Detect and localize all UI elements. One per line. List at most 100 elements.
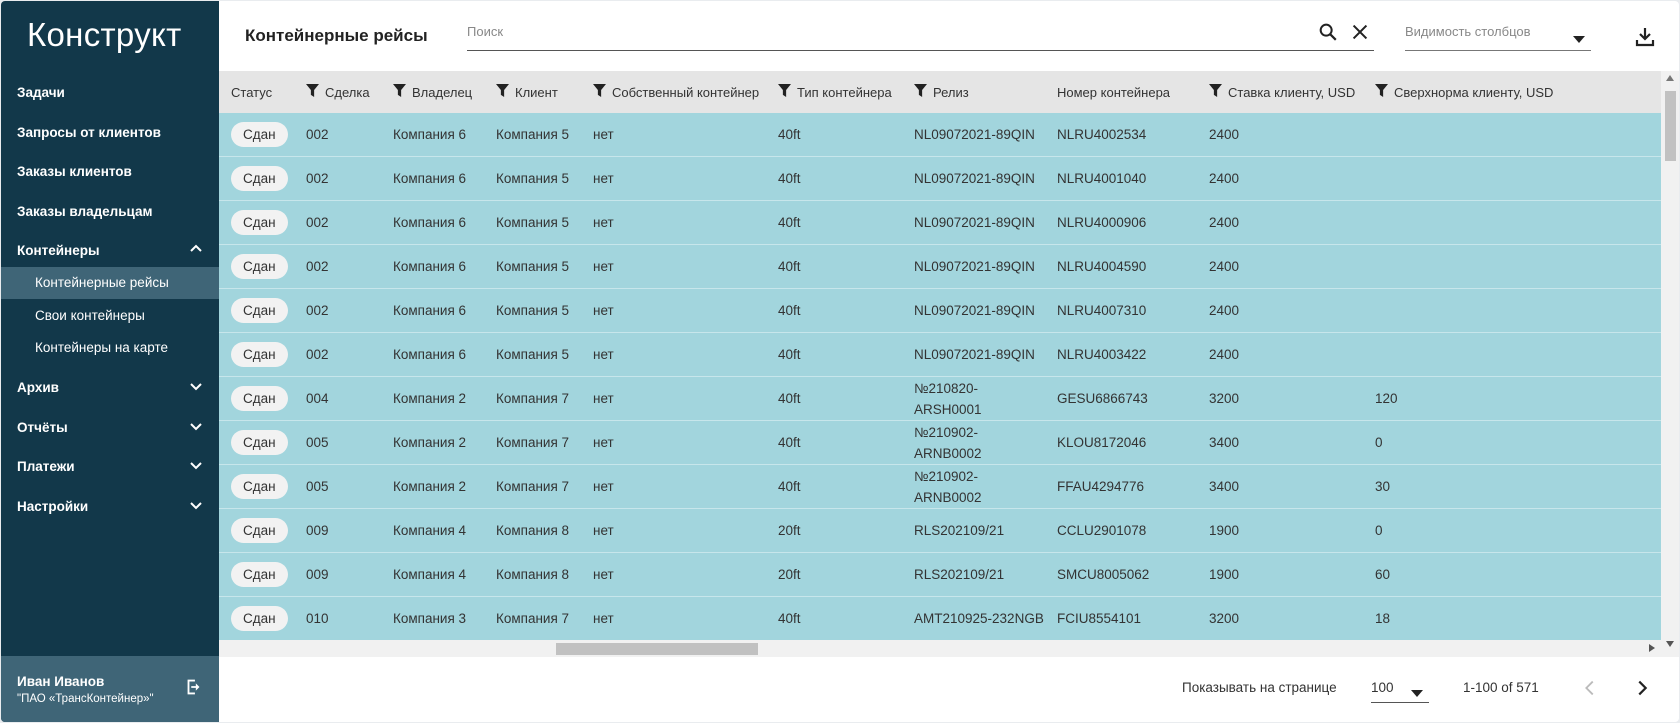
filter-icon[interactable] (778, 84, 791, 100)
search-icon[interactable] (1317, 21, 1339, 48)
sidebar-item[interactable]: Платежи (1, 447, 219, 487)
table-cell: NLRU4002534 (1057, 113, 1146, 156)
status-cell: Сдан (231, 421, 288, 464)
cell-value: 0 (1375, 523, 1383, 538)
filter-icon[interactable] (306, 84, 319, 100)
status-badge[interactable]: Сдан (231, 386, 288, 411)
download-icon[interactable] (1633, 25, 1657, 54)
cell-value: Компания 2 (393, 391, 467, 406)
column-header[interactable]: Релиз (914, 71, 969, 113)
status-badge[interactable]: Сдан (231, 474, 288, 499)
column-visibility-select[interactable]: Видимость столбцов (1405, 19, 1591, 51)
pagination-range: 1-100 of 571 (1463, 680, 1539, 695)
sidebar-subitem[interactable]: Контейнерные рейсы (1, 266, 219, 299)
column-header[interactable]: Сделка (306, 71, 370, 113)
previous-page-icon[interactable] (1579, 677, 1601, 702)
status-badge[interactable]: Сдан (231, 430, 288, 455)
horizontal-scrollbar-thumb[interactable] (556, 643, 758, 655)
cell-value: NLRU4000906 (1057, 215, 1147, 230)
table-row[interactable]: Сдан 005 Компания 2 Компания 7 нет 40ft №21090… (219, 465, 1679, 509)
chevron-down-icon[interactable] (189, 458, 203, 475)
status-badge[interactable]: Сдан (231, 518, 288, 543)
column-header[interactable]: Номер контейнера (1057, 71, 1170, 113)
status-badge[interactable]: Сдан (231, 254, 288, 279)
cell-value: Компания 5 (496, 171, 570, 186)
cell-value: 1900 (1209, 523, 1240, 538)
column-header-label: Собственный контейнер (612, 84, 760, 100)
filter-icon[interactable] (593, 84, 606, 100)
chevron-down-icon[interactable] (189, 379, 203, 396)
next-page-icon[interactable] (1631, 677, 1653, 702)
status-cell: Сдан (231, 509, 288, 552)
table-cell: Компания 3 (393, 597, 466, 640)
status-badge[interactable]: Сдан (231, 166, 288, 191)
clear-search-icon[interactable] (1349, 21, 1371, 48)
table-cell: 009 (306, 509, 329, 552)
table-row[interactable]: Сдан 002 Компания 6 Компания 5 нет 40ft NL0907… (219, 157, 1679, 201)
sidebar-item[interactable]: Контейнеры (1, 231, 219, 271)
vertical-scrollbar[interactable] (1661, 71, 1679, 657)
column-header[interactable]: Сверхнорма клиенту, USD (1375, 71, 1553, 113)
column-header[interactable]: Статус (231, 71, 272, 113)
table-cell: Компания 4 (393, 553, 466, 596)
cell-value: NL09072021-89QIN (914, 215, 1035, 230)
table-row[interactable]: Сдан 004 Компания 2 Компания 7 нет 40ft №21082… (219, 377, 1679, 421)
status-badge[interactable]: Сдан (231, 606, 288, 631)
column-header[interactable]: Тип контейнера (778, 71, 892, 113)
filter-icon[interactable] (914, 84, 927, 100)
search-input[interactable]: Поиск (467, 19, 1374, 51)
table-row[interactable]: Сдан 002 Компания 6 Компания 5 нет 40ft NL0907… (219, 113, 1679, 157)
column-header[interactable]: Владелец (393, 71, 472, 113)
cell-value: 40ft (778, 303, 801, 318)
sidebar-subitem[interactable]: Свои контейнеры (1, 299, 219, 332)
column-header[interactable]: Ставка клиенту, USD (1209, 71, 1355, 113)
table-body: Сдан 002 Компания 6 Компания 5 нет 40ft NL0907… (219, 113, 1679, 641)
column-header[interactable]: Клиент (496, 71, 558, 113)
status-badge[interactable]: Сдан (231, 122, 288, 147)
table-row[interactable]: Сдан 005 Компания 2 Компания 7 нет 40ft №21090… (219, 421, 1679, 465)
sidebar-item[interactable]: Заказы клиентов (1, 152, 219, 192)
status-badge[interactable]: Сдан (231, 562, 288, 587)
table-row[interactable]: Сдан 002 Компания 6 Компания 5 нет 40ft NL0907… (219, 201, 1679, 245)
table-row[interactable]: Сдан 002 Компания 6 Компания 5 нет 40ft NL0907… (219, 289, 1679, 333)
table-row[interactable]: Сдан 002 Компания 6 Компания 5 нет 40ft NL0907… (219, 245, 1679, 289)
status-badge[interactable]: Сдан (231, 298, 288, 323)
cell-value: 3200 (1209, 391, 1240, 406)
vertical-scrollbar-thumb[interactable] (1665, 91, 1676, 161)
filter-icon[interactable] (496, 84, 509, 100)
table-row[interactable]: Сдан 010 Компания 3 Компания 7 нет 40ft AMT210… (219, 597, 1679, 641)
sidebar-subitem[interactable]: Контейнеры на карте (1, 332, 219, 365)
cell-value: нет (593, 347, 614, 362)
table-cell: 0 (1375, 421, 1383, 464)
filter-icon[interactable] (393, 84, 406, 100)
horizontal-scrollbar[interactable] (219, 640, 1661, 657)
status-badge[interactable]: Сдан (231, 210, 288, 235)
data-table: Статус Сделка Владелец Клиент Собственный ко… (219, 71, 1679, 656)
status-badge[interactable]: Сдан (231, 342, 288, 367)
table-row[interactable]: Сдан 002 Компания 6 Компания 5 нет 40ft NL0907… (219, 333, 1679, 377)
chevron-down-icon[interactable] (189, 498, 203, 515)
app-logo[interactable]: Конструкт (1, 1, 219, 69)
cell-value: NLRU4003422 (1057, 347, 1147, 362)
table-cell: NL09072021-89QIN (914, 113, 1035, 156)
table-cell: 010 (306, 597, 329, 640)
rows-per-page-select[interactable]: 100 (1371, 673, 1429, 703)
column-header[interactable]: Собственный контейнер (593, 71, 759, 113)
filter-icon[interactable] (1375, 84, 1388, 100)
cell-value: 120 (1375, 391, 1398, 406)
sidebar-item[interactable]: Отчёты (1, 408, 219, 448)
cell-value: Компания 6 (393, 171, 467, 186)
filter-icon[interactable] (1209, 84, 1222, 100)
logout-icon[interactable] (183, 676, 205, 703)
table-row[interactable]: Сдан 009 Компания 4 Компания 8 нет 20ft RLS202… (219, 553, 1679, 597)
sidebar-item-label: Контейнеры (17, 243, 100, 259)
sidebar-item[interactable]: Архив (1, 368, 219, 408)
sidebar-item[interactable]: Заказы владельцам (1, 192, 219, 232)
table-row[interactable]: Сдан 009 Компания 4 Компания 8 нет 20ft RLS202… (219, 509, 1679, 553)
chevron-up-icon[interactable] (189, 242, 203, 259)
sidebar-item[interactable]: Настройки (1, 487, 219, 527)
table-cell: 40ft (778, 597, 801, 640)
chevron-down-icon[interactable] (189, 419, 203, 436)
sidebar-item[interactable]: Запросы от клиентов (1, 113, 219, 153)
sidebar-item[interactable]: Задачи (1, 73, 219, 113)
